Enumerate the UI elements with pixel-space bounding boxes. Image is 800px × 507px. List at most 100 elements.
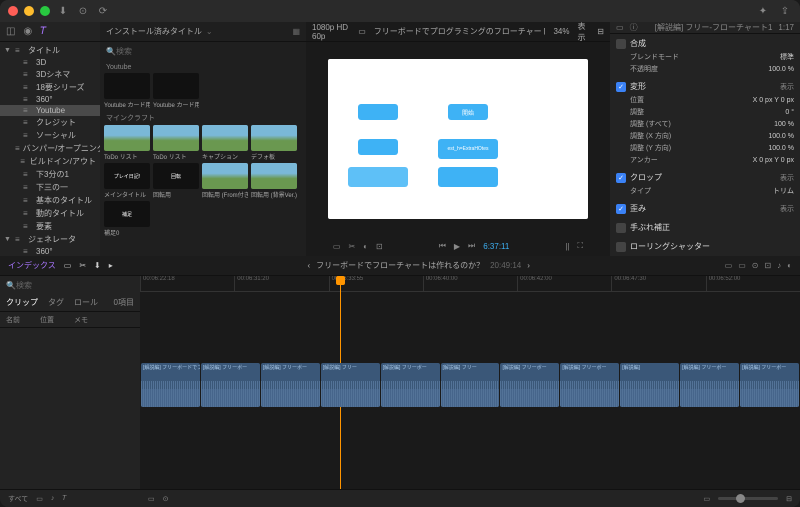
- sidebar-item[interactable]: ≡ビルドイン/アウト: [0, 155, 100, 168]
- tool-select-icon[interactable]: ▭: [333, 242, 341, 251]
- media-thumbnail[interactable]: Youtube カード用 (スタート): [153, 73, 199, 109]
- tool-icon[interactable]: ✂: [79, 261, 86, 270]
- timeline-clip[interactable]: [解説編] フリーボー: [740, 363, 799, 407]
- param-value[interactable]: 100.0 %: [768, 66, 794, 73]
- param-value[interactable]: 0 °: [785, 109, 794, 116]
- history-forward-icon[interactable]: ›: [527, 261, 530, 270]
- zoom-slider[interactable]: [718, 497, 778, 500]
- sidebar-item[interactable]: ≡360°: [0, 246, 100, 256]
- group-checkbox[interactable]: ✓: [616, 204, 626, 214]
- tool-crop-icon[interactable]: ✂: [348, 242, 355, 251]
- tool-icon[interactable]: ⬇: [94, 261, 101, 270]
- audio-skim-icon[interactable]: ♪: [777, 261, 781, 270]
- enhance-icon[interactable]: ✦: [756, 4, 770, 18]
- media-thumbnail[interactable]: ToDo リスト: [104, 125, 150, 161]
- keyword-icon[interactable]: ⊙: [76, 4, 90, 18]
- media-thumbnail[interactable]: プレイ日記!メインタイトル: [104, 163, 150, 199]
- timeline-clip[interactable]: [解説編] フリー: [441, 363, 500, 407]
- tags-tab[interactable]: タグ: [48, 297, 64, 308]
- group-checkbox[interactable]: ✓: [616, 173, 626, 183]
- clips-tab[interactable]: クリップ: [6, 297, 38, 308]
- filter-title-icon[interactable]: 𝑇: [62, 495, 66, 503]
- sidebar-item[interactable]: ≡ソーシャル: [0, 129, 100, 142]
- ruler[interactable]: 00:06:22:1800:06:31:2000:06:33:5500:06:4…: [140, 276, 800, 292]
- view-menu[interactable]: 表示: [577, 21, 589, 43]
- dropdown-icon[interactable]: ⌄: [206, 27, 213, 36]
- show-link[interactable]: 表示: [780, 173, 794, 183]
- sidebar-item[interactable]: ▼≡ジェネレータ: [0, 233, 100, 246]
- video-inspector-icon[interactable]: ▭: [616, 23, 624, 32]
- group-checkbox[interactable]: [616, 242, 626, 252]
- timeline-clip[interactable]: [解説編] フリーボー: [560, 363, 619, 407]
- sidebar-item[interactable]: ≡3Dシネマ: [0, 68, 100, 81]
- timeline-clip[interactable]: [解説編] フリーボードでフロー: [141, 363, 200, 407]
- media-thumbnail[interactable]: Youtube カード用 (エンド): [104, 73, 150, 109]
- clip-height-icon[interactable]: ⊟: [786, 495, 792, 503]
- group-checkbox[interactable]: ✓: [616, 82, 626, 92]
- tool-transform-icon[interactable]: ⊡: [376, 242, 383, 251]
- sidebar-item[interactable]: ≡基本のタイトル: [0, 194, 100, 207]
- solo-icon[interactable]: ◐: [787, 261, 792, 270]
- browser-search[interactable]: 🔍 検索: [100, 42, 306, 60]
- library-tab-icon[interactable]: ◫: [6, 26, 15, 37]
- param-value[interactable]: 100 %: [774, 121, 794, 128]
- minimize-button[interactable]: [24, 6, 34, 16]
- param-value[interactable]: X 0 px Y 0 px: [753, 97, 794, 104]
- skip-back-icon[interactable]: ⏮: [439, 241, 446, 251]
- sidebar-item[interactable]: ≡下3分の1: [0, 168, 100, 181]
- maximize-button[interactable]: [40, 6, 50, 16]
- share-icon[interactable]: ⇪: [778, 4, 792, 18]
- viewer-canvas[interactable]: 開始 est_h=ExtraHOtes: [306, 42, 610, 236]
- sidebar-item[interactable]: ≡360°: [0, 94, 100, 105]
- skip-forward-icon[interactable]: ⏭: [468, 241, 475, 251]
- play-icon[interactable]: ▶: [454, 242, 460, 251]
- media-thumbnail[interactable]: 回転用 (From付き 背景Ver.): [202, 163, 248, 199]
- sidebar-item[interactable]: ≡クレジット: [0, 116, 100, 129]
- close-button[interactable]: [8, 6, 18, 16]
- photos-tab-icon[interactable]: ◉: [23, 26, 32, 37]
- sidebar-item[interactable]: ≡18要シリーズ: [0, 81, 100, 94]
- appearance-icon[interactable]: ▭: [725, 261, 733, 270]
- group-checkbox[interactable]: [616, 223, 626, 233]
- tool-color-icon[interactable]: ◐: [363, 242, 368, 251]
- show-link[interactable]: 表示: [780, 204, 794, 214]
- view-options-icon[interactable]: ⊟: [597, 27, 604, 36]
- media-thumbnail[interactable]: ToDo リスト: [153, 125, 199, 161]
- timeline-clip[interactable]: [解説編] フリーボー: [680, 363, 739, 407]
- param-value[interactable]: 標準: [780, 52, 794, 62]
- timeline-clip[interactable]: [解説編] フリーボー: [500, 363, 559, 407]
- grid-view-icon[interactable]: ▦: [292, 27, 300, 36]
- import-icon[interactable]: ⬇: [56, 4, 70, 18]
- timeline-search[interactable]: 🔍 検索: [0, 276, 140, 294]
- timeline-tracks[interactable]: 00:06:22:1800:06:31:2000:06:33:5500:06:4…: [140, 276, 800, 507]
- sidebar-item[interactable]: ≡3D: [0, 57, 100, 68]
- timeline-clip[interactable]: [解説編] フリー: [321, 363, 380, 407]
- media-thumbnail[interactable]: デフォ板: [251, 125, 297, 161]
- history-back-icon[interactable]: ‹: [307, 261, 310, 270]
- tool-icon[interactable]: ▸: [109, 261, 113, 270]
- effects-icon[interactable]: ▭: [148, 495, 155, 503]
- index-button[interactable]: インデックス: [8, 260, 56, 271]
- param-value[interactable]: トリム: [773, 186, 794, 196]
- param-value[interactable]: 100.0 %: [768, 145, 794, 152]
- param-value[interactable]: 100.0 %: [768, 133, 794, 140]
- sidebar-item[interactable]: ≡動的タイトル: [0, 207, 100, 220]
- sidebar-item[interactable]: ▼≡タイトル: [0, 44, 100, 57]
- skimming-icon[interactable]: ⊡: [764, 261, 771, 270]
- timeline-clip[interactable]: [解説編] フリーボー: [201, 363, 260, 407]
- media-thumbnail[interactable]: キャプション: [202, 125, 248, 161]
- sidebar-item[interactable]: ≡Youtube: [0, 105, 100, 116]
- sidebar-item[interactable]: ≡要素: [0, 220, 100, 233]
- timeline-clip[interactable]: [解説編]: [620, 363, 679, 407]
- retiming-icon[interactable]: ⊙: [163, 495, 169, 503]
- roles-tab[interactable]: ロール: [74, 297, 98, 308]
- snap-icon[interactable]: ⊙: [752, 261, 759, 270]
- background-tasks-icon[interactable]: ⟳: [96, 4, 110, 18]
- info-inspector-icon[interactable]: ⓘ: [630, 22, 638, 33]
- param-value[interactable]: X 0 px Y 0 px: [753, 157, 794, 164]
- timeline-clip[interactable]: [解説編] フリーボー: [381, 363, 440, 407]
- filter-all[interactable]: すべて: [8, 494, 28, 504]
- clip-appearance-icon[interactable]: ▭: [704, 495, 711, 503]
- media-thumbnail[interactable]: 補足補足0: [104, 201, 150, 237]
- appearance-icon[interactable]: ▭: [738, 261, 746, 270]
